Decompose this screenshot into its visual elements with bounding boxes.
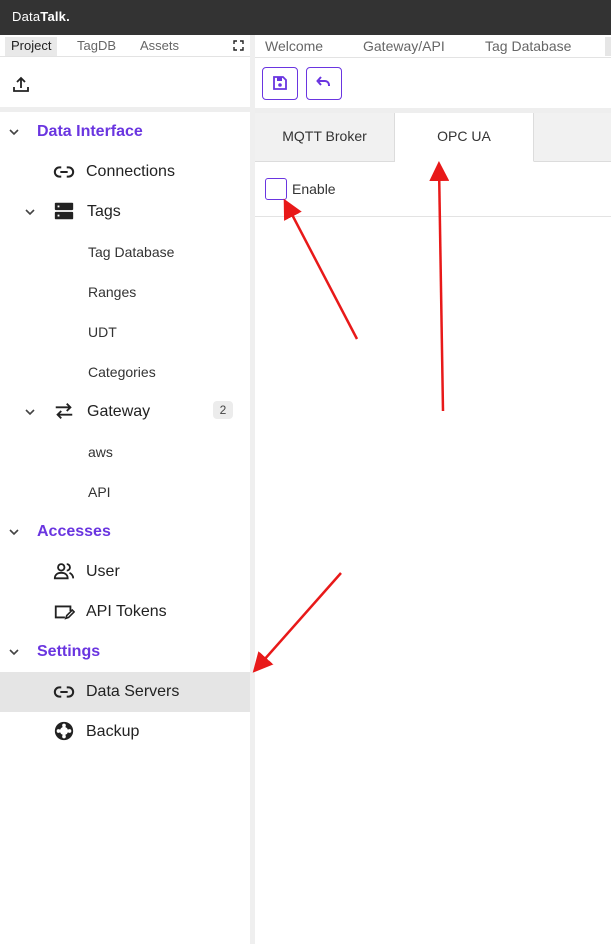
swap-arrows-icon [55, 403, 73, 419]
undo-button[interactable] [306, 67, 342, 100]
tree-item-user[interactable]: User [0, 552, 250, 592]
section-label-data-interface: Data Interface [37, 123, 143, 140]
tab-gateway-api[interactable]: Gateway/API [363, 38, 445, 54]
app-brand: DataTalk. [12, 9, 70, 24]
tree-item-aws[interactable]: aws [0, 432, 250, 472]
tree-label-backup: Backup [86, 723, 140, 740]
save-icon [273, 76, 287, 90]
chevron-down-icon[interactable] [8, 646, 20, 658]
users-icon [53, 563, 75, 580]
tree-label-tags: Tags [87, 203, 121, 220]
left-panel-tabs: Project TagDB Assets [0, 35, 250, 57]
chevron-down-icon[interactable] [8, 526, 20, 538]
tree-label-api: API [88, 484, 111, 500]
tree-label-aws: aws [88, 444, 113, 460]
tree-label-udt: UDT [88, 324, 117, 340]
section-accesses[interactable]: Accesses [0, 512, 250, 552]
tab-opc-ua[interactable]: OPC UA [395, 113, 534, 162]
tree-label-user: User [86, 563, 120, 580]
tree-item-udt[interactable]: UDT [0, 312, 250, 352]
lifebuoy-icon [54, 721, 74, 741]
brand-suffix: Talk. [40, 9, 70, 24]
tree-item-tags[interactable]: Tags [0, 192, 250, 232]
editor-panel: Welcome Gateway/API Tag Database MQTT Br… [255, 35, 611, 944]
tree-item-backup[interactable]: Backup [0, 712, 250, 752]
section-data-interface[interactable]: Data Interface [0, 112, 250, 152]
chevron-down-icon[interactable] [24, 406, 36, 418]
project-panel: Project TagDB Assets Data Interface Conn… [0, 35, 250, 944]
tree-label-connections: Connections [86, 163, 175, 180]
tree-label-api-tokens: API Tokens [86, 603, 167, 620]
token-edit-icon [54, 605, 75, 620]
tree-label-tag-database: Tag Database [88, 244, 175, 260]
tree-item-api-tokens[interactable]: API Tokens [0, 592, 250, 632]
tree-item-categories[interactable]: Categories [0, 352, 250, 392]
editor-tabs: Welcome Gateway/API Tag Database [255, 35, 611, 58]
tree-item-gateway[interactable]: Gateway 2 [0, 392, 250, 432]
tree-label-categories: Categories [88, 364, 156, 380]
chevron-down-icon[interactable] [24, 206, 36, 218]
enable-label: Enable [292, 181, 336, 197]
storage-icon [54, 202, 74, 220]
upload-icon[interactable] [12, 75, 30, 93]
tab-welcome[interactable]: Welcome [265, 38, 323, 54]
tree-item-tag-database[interactable]: Tag Database [0, 232, 250, 272]
tab-overflow-edge [605, 37, 611, 56]
tree-label-ranges: Ranges [88, 284, 137, 300]
tree-item-data-servers[interactable]: Data Servers [0, 672, 250, 712]
data-server-protocol-tabs: MQTT Broker OPC UA [255, 113, 611, 162]
section-label-accesses: Accesses [37, 523, 111, 540]
enable-row: Enable [255, 162, 611, 217]
link-icon [53, 686, 75, 698]
gateway-count-badge: 2 [213, 401, 233, 419]
tab-assets[interactable]: Assets [134, 37, 185, 56]
editor-toolbar [255, 59, 611, 108]
enable-checkbox[interactable] [265, 178, 287, 200]
section-label-settings: Settings [37, 643, 101, 660]
app-title-bar: DataTalk. [0, 0, 611, 35]
expand-corners-icon[interactable] [233, 40, 244, 51]
link-icon [53, 166, 75, 178]
brand-prefix: Data [12, 9, 41, 24]
tree-item-connections[interactable]: Connections [0, 152, 250, 192]
chevron-down-icon[interactable] [8, 126, 20, 138]
tab-project[interactable]: Project [5, 37, 58, 56]
tree-label-gateway: Gateway [87, 403, 151, 420]
section-settings[interactable]: Settings [0, 632, 250, 672]
tree-label-data-servers: Data Servers [86, 683, 180, 700]
tab-tagdb[interactable]: TagDB [71, 37, 122, 56]
tree-item-api[interactable]: API [0, 472, 250, 512]
tab-tag-database[interactable]: Tag Database [485, 38, 571, 54]
tab-mqtt-broker[interactable]: MQTT Broker [255, 113, 395, 162]
undo-icon [316, 76, 330, 86]
tree-item-ranges[interactable]: Ranges [0, 272, 250, 312]
save-button[interactable] [262, 67, 298, 100]
